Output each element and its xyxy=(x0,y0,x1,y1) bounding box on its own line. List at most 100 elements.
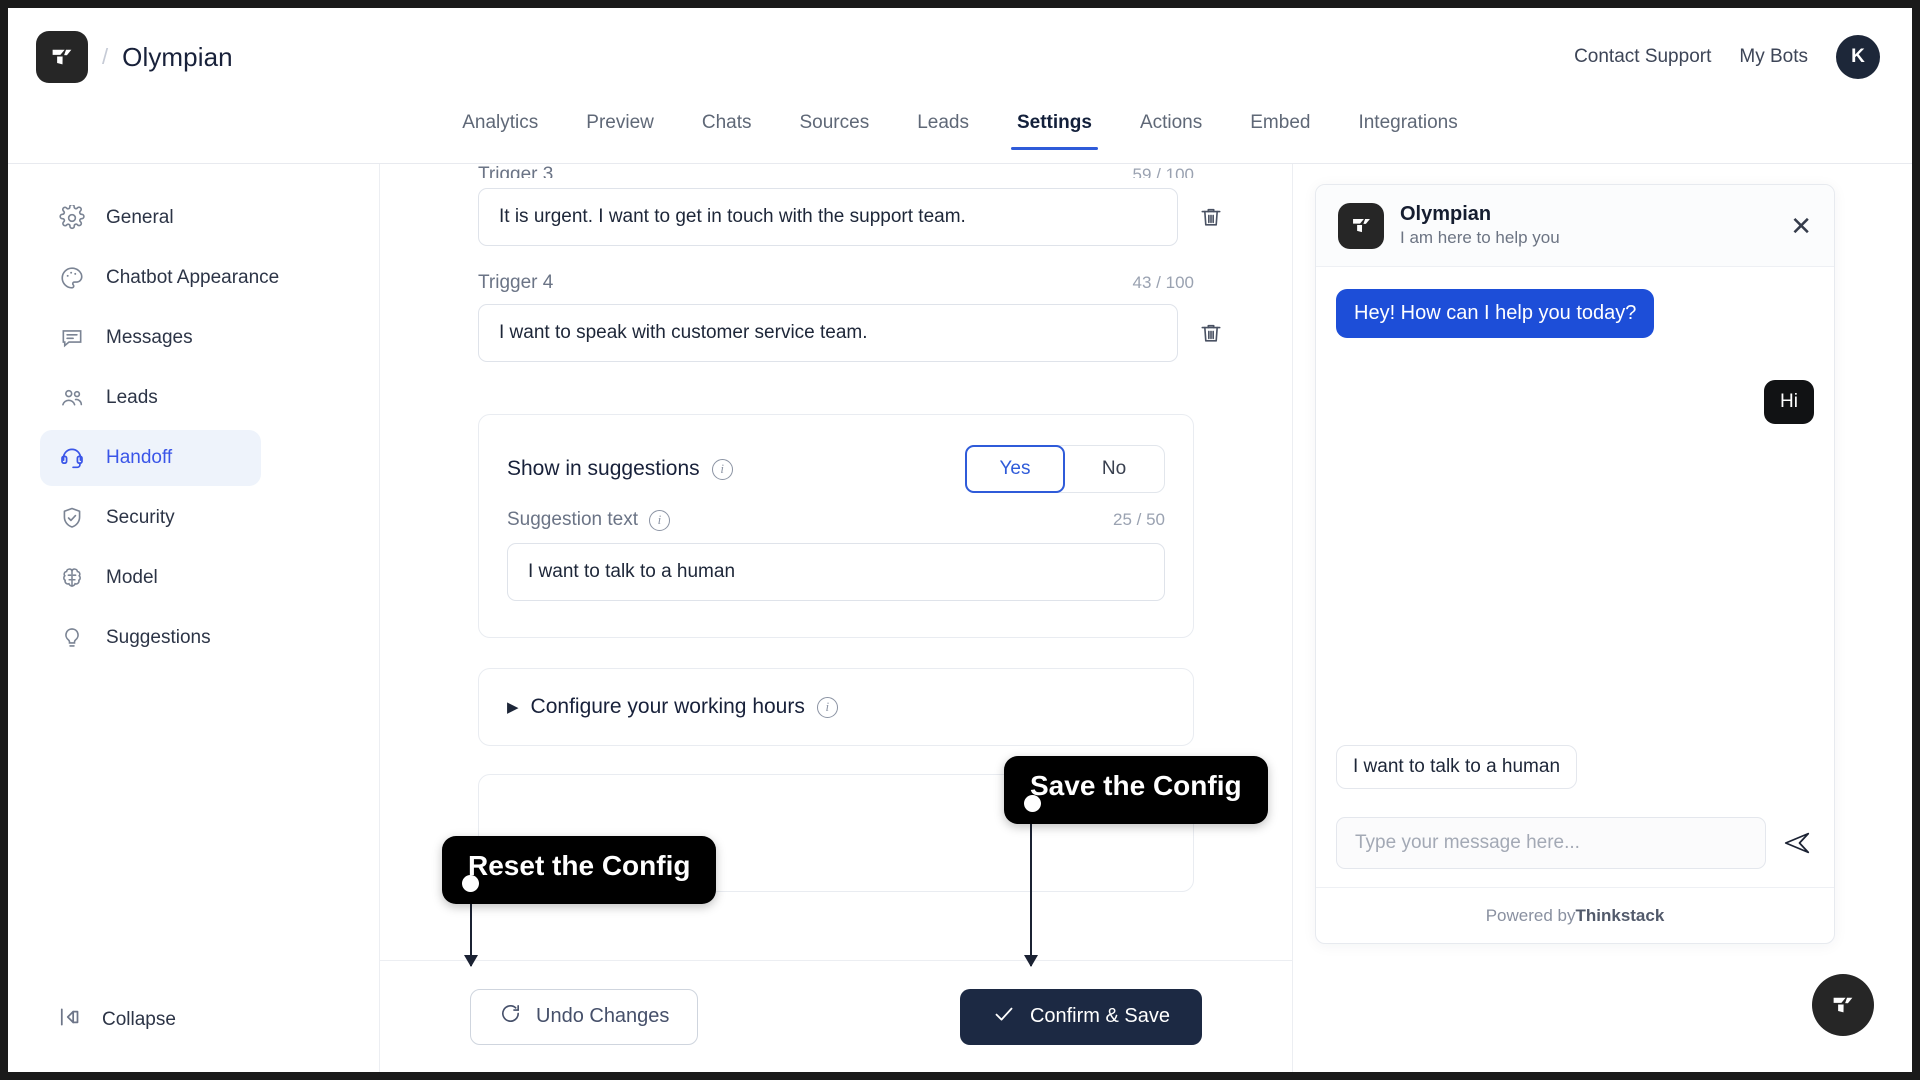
confirm-save-button[interactable]: Confirm & Save xyxy=(959,988,1202,1045)
settings-sidebar: General Chatbot Appearance Messages Leads Ha… xyxy=(8,164,380,1072)
trigger3-input[interactable]: It is urgent. I want to get in touch wit… xyxy=(478,188,1178,246)
trigger4-input[interactable]: I want to speak with customer service te… xyxy=(478,304,1178,362)
trigger3-count: 59 / 100 xyxy=(1132,165,1194,178)
callout-anchor-dot xyxy=(462,875,479,892)
sidebar-item-handoff[interactable]: Handoff xyxy=(40,430,261,486)
suggestion-chip-row: I want to talk to a human xyxy=(1336,745,1578,789)
chat-bot-logo-icon xyxy=(1338,202,1384,249)
sidebar-item-label: Model xyxy=(106,567,158,588)
contact-support-link[interactable]: Contact Support xyxy=(1574,46,1711,68)
sidebar-item-label: Messages xyxy=(106,327,193,348)
chat-input-row: Type your message here... xyxy=(1316,803,1834,887)
page-title: Olympian xyxy=(122,41,233,72)
undo-changes-button[interactable]: Undo Changes xyxy=(470,988,699,1045)
undo-changes-label: Undo Changes xyxy=(536,1005,670,1027)
refresh-icon xyxy=(499,1002,522,1031)
trigger4-delete-icon[interactable] xyxy=(1194,316,1228,350)
toggle-no-button[interactable]: No xyxy=(1064,446,1164,492)
chat-message-input[interactable]: Type your message here... xyxy=(1336,817,1766,869)
breadcrumb: / Olympian xyxy=(36,31,233,83)
users-icon xyxy=(58,384,86,412)
sidebar-collapse-label: Collapse xyxy=(102,1009,176,1030)
chat-widget-header: Olympian I am here to help you ✕ xyxy=(1316,185,1834,267)
headset-icon xyxy=(58,444,86,472)
powered-by-prefix: Powered by xyxy=(1485,905,1576,925)
callout-save-config: Save the Config xyxy=(1004,756,1268,824)
trigger3-label: Trigger 3 xyxy=(478,164,554,178)
callout-anchor-dot xyxy=(1024,795,1041,812)
chat-widget-footer: Powered by Thinkstack xyxy=(1316,887,1834,943)
callout-reset-label: Reset the Config xyxy=(468,850,691,881)
chat-widget: Olympian I am here to help you ✕ Hey! Ho… xyxy=(1315,184,1835,944)
sidebar-item-general[interactable]: General xyxy=(40,190,261,246)
tab-preview[interactable]: Preview xyxy=(562,106,678,150)
brain-icon xyxy=(58,564,86,592)
settings-main: Trigger 3 59 / 100 It is urgent. I want … xyxy=(380,164,1292,1072)
working-hours-accordion[interactable]: ▶ Configure your working hours i xyxy=(478,668,1194,746)
toggle-yes-button[interactable]: Yes xyxy=(965,445,1065,493)
sidebar-item-label: General xyxy=(106,207,174,228)
top-bar: / Olympian Contact Support My Bots K xyxy=(8,8,1912,106)
tab-embed[interactable]: Embed xyxy=(1226,106,1334,150)
avatar[interactable]: K xyxy=(1836,35,1880,79)
info-icon[interactable]: i xyxy=(648,509,670,531)
powered-by-brand: Thinkstack xyxy=(1575,905,1665,925)
trigger4-label: Trigger 4 xyxy=(478,272,554,293)
chat-widget-title: Olympian xyxy=(1400,202,1492,225)
info-icon[interactable]: i xyxy=(816,696,838,718)
tab-leads[interactable]: Leads xyxy=(893,106,993,150)
callout-save-leader-line xyxy=(1024,816,1038,967)
tab-chats[interactable]: Chats xyxy=(678,106,776,150)
lightbulb-icon xyxy=(58,624,86,652)
trigger4-count: 43 / 100 xyxy=(1132,273,1194,292)
page-body: General Chatbot Appearance Messages Leads Ha… xyxy=(8,164,1912,1072)
tab-sources[interactable]: Sources xyxy=(776,106,894,150)
show-in-suggestions-label: Show in suggestions xyxy=(507,457,700,480)
send-icon[interactable] xyxy=(1780,828,1814,858)
sidebar-collapse-button[interactable]: Collapse xyxy=(8,1004,379,1072)
callout-save-label: Save the Config xyxy=(1030,770,1242,801)
tab-settings[interactable]: Settings xyxy=(993,106,1116,150)
sidebar-item-label: Handoff xyxy=(106,447,173,468)
user-message-bubble: Hi xyxy=(1764,380,1814,424)
bot-message-bubble: Hey! How can I help you today? xyxy=(1336,289,1655,338)
breadcrumb-separator: / xyxy=(102,44,109,69)
suggestion-text-label-row: Suggestion text i 25 / 50 xyxy=(507,509,1165,531)
suggestion-chip[interactable]: I want to talk to a human xyxy=(1336,745,1578,789)
show-in-suggestions-head: Show in suggestions i Yes No xyxy=(507,445,1165,493)
collapse-icon xyxy=(58,1004,84,1036)
tab-integrations[interactable]: Integrations xyxy=(1334,106,1481,150)
shield-check-icon xyxy=(58,504,86,532)
close-icon[interactable]: ✕ xyxy=(1790,213,1812,239)
main-tabs: Analytics Preview Chats Sources Leads Setting… xyxy=(8,106,1912,164)
trigger3-delete-icon[interactable] xyxy=(1194,200,1228,234)
gear-icon xyxy=(58,204,86,232)
sidebar-item-suggestions[interactable]: Suggestions xyxy=(40,610,261,666)
sidebar-item-label: Chatbot Appearance xyxy=(106,267,280,288)
sidebar-item-label: Security xyxy=(106,507,175,528)
form-action-bar: Undo Changes Confirm & Save xyxy=(380,960,1292,1072)
tab-analytics[interactable]: Analytics xyxy=(438,106,562,150)
chat-widget-titles: Olympian I am here to help you xyxy=(1400,202,1560,249)
app-logo-icon[interactable] xyxy=(36,31,88,83)
tab-actions[interactable]: Actions xyxy=(1116,106,1226,150)
my-bots-link[interactable]: My Bots xyxy=(1739,46,1808,68)
show-in-suggestions-toggle: Yes No xyxy=(965,445,1165,493)
sidebar-item-label: Suggestions xyxy=(106,627,211,648)
sidebar-item-chatbot-appearance[interactable]: Chatbot Appearance xyxy=(40,250,279,306)
trigger3-label-row: Trigger 3 59 / 100 xyxy=(478,164,1194,178)
suggestion-text-input[interactable]: I want to talk to a human xyxy=(507,543,1165,601)
info-icon[interactable]: i xyxy=(711,458,733,480)
chat-preview-pane: Olympian I am here to help you ✕ Hey! Ho… xyxy=(1292,164,1912,1072)
top-bar-actions: Contact Support My Bots K xyxy=(1574,35,1880,79)
sidebar-item-leads[interactable]: Leads xyxy=(40,370,261,426)
show-in-suggestions-title-group: Show in suggestions i xyxy=(507,457,733,481)
app-window: / Olympian Contact Support My Bots K Ana… xyxy=(8,8,1912,1072)
trigger4-row: I want to speak with customer service te… xyxy=(478,304,1228,362)
chat-launcher-button[interactable] xyxy=(1812,974,1874,1036)
sidebar-item-security[interactable]: Security xyxy=(40,490,261,546)
working-hours-label: Configure your working hours xyxy=(530,695,805,718)
sidebar-item-model[interactable]: Model xyxy=(40,550,261,606)
sidebar-item-messages[interactable]: Messages xyxy=(40,310,261,366)
chevron-right-icon: ▶ xyxy=(507,698,519,716)
